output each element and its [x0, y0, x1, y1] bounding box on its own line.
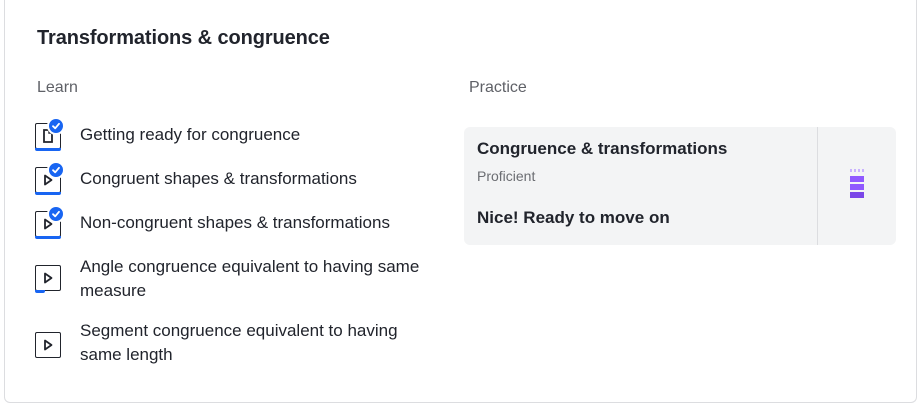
lesson-item-getting-ready[interactable]: Getting ready for congruence — [35, 117, 440, 151]
lesson-title: Congruent shapes & transformations — [80, 169, 357, 188]
completed-check-icon — [47, 205, 65, 223]
lesson-title: Getting ready for congruence — [80, 125, 301, 144]
practice-label: Practice — [469, 79, 527, 96]
learn-label: Learn — [37, 79, 78, 96]
lesson-item-non-congruent-shapes[interactable]: Non-congruent shapes & transformations — [35, 205, 440, 239]
video-icon — [35, 205, 65, 239]
exercise-status: Nice! Ready to move on — [477, 208, 670, 227]
completed-check-icon — [47, 117, 65, 135]
video-icon — [35, 332, 63, 360]
lesson-item-segment-congruence[interactable]: Segment congruence equivalent to having … — [35, 319, 440, 367]
practice-exercise-card[interactable]: Congruence & transformations Proficient … — [464, 127, 896, 245]
proficient-mastery-icon — [850, 169, 864, 198]
lesson-title: Segment congruence equivalent to having … — [80, 321, 398, 364]
lesson-title: Non-congruent shapes & transformations — [80, 213, 390, 232]
video-icon — [35, 161, 65, 195]
lesson-item-angle-congruence[interactable]: Angle congruence equivalent to having sa… — [35, 255, 440, 303]
unit-title[interactable]: Transformations & congruence — [37, 27, 330, 50]
article-icon — [35, 117, 65, 151]
card-divider — [817, 127, 818, 245]
video-icon — [35, 265, 63, 293]
exercise-title[interactable]: Congruence & transformations — [477, 139, 727, 159]
completed-check-icon — [47, 161, 65, 179]
mastery-level-label: Proficient — [477, 168, 536, 184]
lesson-item-congruent-shapes[interactable]: Congruent shapes & transformations — [35, 161, 440, 195]
lesson-title: Angle congruence equivalent to having sa… — [80, 257, 420, 300]
